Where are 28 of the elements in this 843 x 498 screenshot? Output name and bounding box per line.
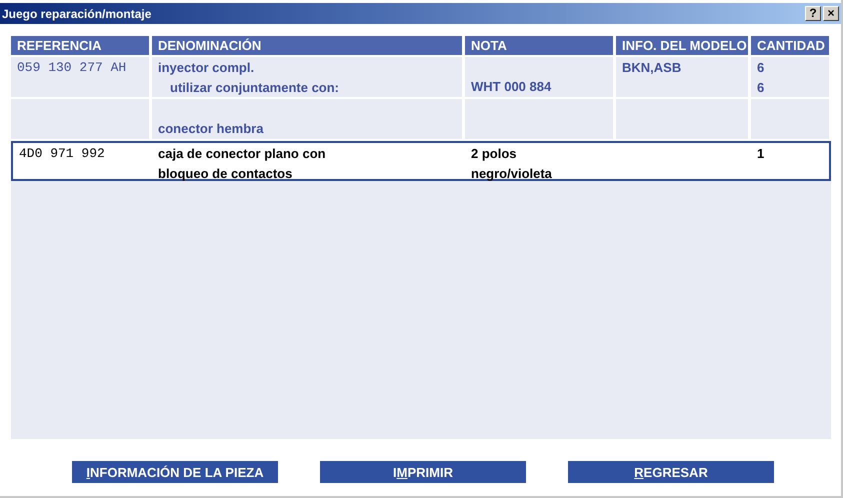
note-header: NOTA (465, 36, 613, 55)
cell-text: 059 130 277 AH (17, 59, 126, 77)
table-row[interactable]: conector hembra (11, 99, 831, 141)
cell-text: 1 (757, 145, 764, 163)
cell-text: utilizar conjuntamente con: (170, 79, 340, 97)
back-button[interactable]: REGRESAR (568, 461, 774, 483)
close-button[interactable]: × (823, 6, 839, 21)
cell-text: WHT 000 884 (471, 78, 552, 96)
part-info-button[interactable]: INFORMACIÓN DE LA PIEZA (72, 461, 278, 483)
print-button[interactable]: IMPRIMIR (320, 461, 526, 483)
cell-text: 2 polos (471, 145, 517, 163)
cell-text: conector hembra (158, 120, 264, 138)
window-title: Juego reparación/montaje (2, 6, 152, 20)
name-header: DENOMINACIÓN (152, 36, 462, 55)
table-row[interactable]: 4D0 971 992 caja de conector plano con bloqueo de contactos 2 polos negro/violeta 1 (11, 141, 831, 181)
help-button[interactable]: ? (805, 6, 821, 21)
cell-text: 6 (757, 59, 764, 77)
reference-header: REFERENCIA (11, 36, 149, 55)
cell-text: negro/violeta (471, 165, 552, 183)
cell-text: BKN,ASB (622, 59, 682, 77)
cell-text: 4D0 971 992 (19, 145, 105, 163)
model-info-header: INFO. DEL MODELO (616, 36, 748, 55)
quantity-header: CANTIDAD (751, 36, 829, 55)
table-row[interactable]: 059 130 277 AH inyector compl. utilizar conjuntamente con: WHT 000 884 BKN,ASB 6 6 (11, 57, 831, 99)
cell-text: 6 (757, 79, 764, 97)
cell-text: caja de conector plano con (158, 145, 326, 163)
cell-text: inyector compl. (158, 59, 254, 77)
cell-text: bloqueo de contactos (158, 165, 292, 183)
